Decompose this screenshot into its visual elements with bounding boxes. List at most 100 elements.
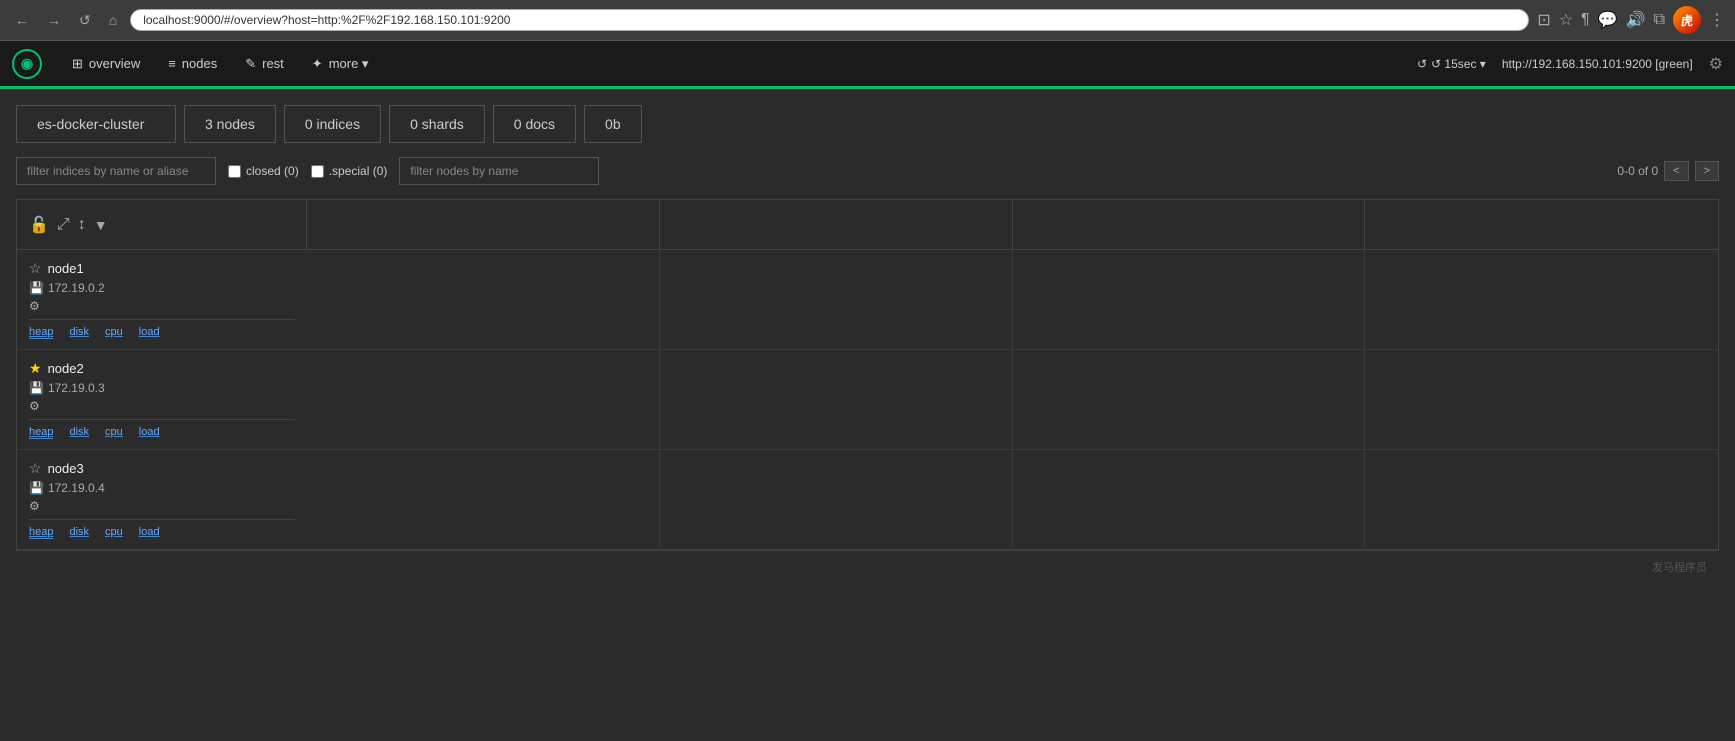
next-page-button[interactable]: >	[1695, 161, 1719, 181]
node-col-1	[307, 350, 660, 449]
lock-icon[interactable]: 🔓	[29, 215, 49, 235]
overview-icon: ⊞	[72, 56, 83, 72]
node-metrics: heap disk cpu load	[29, 319, 295, 339]
speaker-icon[interactable]: 🔊	[1626, 10, 1646, 30]
nodes-count: 3 nodes	[205, 116, 255, 132]
home-button[interactable]: ⌂	[104, 10, 122, 30]
refresh-icon: ↺	[1417, 57, 1427, 71]
header-col-4	[1365, 200, 1718, 249]
user-avatar[interactable]: 虎	[1673, 6, 1701, 34]
metric-heap[interactable]: heap	[29, 426, 53, 439]
shards-count: 0 shards	[410, 116, 464, 132]
translate-icon[interactable]: ⊡	[1537, 10, 1550, 30]
nav-rest[interactable]: ✎ rest	[231, 40, 298, 88]
node-star-icon[interactable]: ☆	[29, 460, 42, 477]
node-col-3	[1013, 350, 1366, 449]
app-logo: ◉	[12, 49, 42, 79]
stats-row: es-docker-cluster 3 nodes 0 indices 0 sh…	[16, 105, 1719, 143]
node-col-4	[1365, 450, 1718, 549]
back-button[interactable]: ←	[10, 10, 34, 30]
metric-cpu[interactable]: cpu	[105, 426, 123, 439]
metric-load[interactable]: load	[139, 326, 160, 339]
metric-heap[interactable]: heap	[29, 326, 53, 339]
special-filter-label[interactable]: .special (0)	[311, 164, 388, 178]
indices-count-box[interactable]: 0 indices	[284, 105, 381, 143]
nodes-table: 🔓 ⤢ ↕ ▼ ☆ node1 💾 172.19.0.2 ⚙	[16, 199, 1719, 551]
bookmark-icon[interactable]: ☆	[1559, 10, 1573, 30]
node-ip: 💾 172.19.0.3	[29, 381, 295, 395]
indices-filter-input[interactable]	[16, 157, 216, 185]
special-checkbox[interactable]	[311, 165, 324, 178]
shards-count-box[interactable]: 0 shards	[389, 105, 485, 143]
special-label-text: .special (0)	[329, 164, 388, 178]
tag-icon: ⚙	[29, 499, 40, 513]
docs-count: 0 docs	[514, 116, 555, 132]
refresh-button[interactable]: ↺	[74, 10, 96, 31]
node-name-text: node3	[48, 461, 84, 476]
nodes-icon: ≡	[168, 56, 176, 71]
tag-icon: ⚙	[29, 399, 40, 413]
node-col-2	[660, 350, 1013, 449]
refresh-selector[interactable]: ↺ ↺ 15sec ▾	[1417, 57, 1486, 71]
node-col-3	[1013, 250, 1366, 349]
metric-disk[interactable]: disk	[69, 326, 89, 339]
header-col-3	[1013, 200, 1366, 249]
header-node-info: 🔓 ⤢ ↕ ▼	[17, 200, 307, 249]
cluster-url: http://192.168.150.101:9200 [green]	[1502, 57, 1693, 71]
cluster-name: es-docker-cluster	[37, 116, 144, 132]
browser-icons: ⊡ ☆ ¶ 💬 🔊 ⧉ 虎 ⋮	[1537, 6, 1725, 34]
address-bar[interactable]: localhost:9000/#/overview?host=http:%2F%…	[130, 9, 1529, 31]
pagination: 0-0 of 0 < >	[1617, 161, 1719, 181]
app-navbar: ◉ ⊞ overview ≡ nodes ✎ rest ✦ more ▾ ↺ ↺…	[0, 41, 1735, 89]
size-box[interactable]: 0b	[584, 105, 642, 143]
url-text: localhost:9000/#/overview?host=http:%2F%…	[143, 13, 510, 27]
size-value: 0b	[605, 116, 621, 132]
node-metrics: heap disk cpu load	[29, 519, 295, 539]
forward-button[interactable]: →	[42, 10, 66, 30]
node-ip: 💾 172.19.0.2	[29, 281, 295, 295]
browser-chrome: ← → ↺ ⌂ localhost:9000/#/overview?host=h…	[0, 0, 1735, 41]
prev-page-button[interactable]: <	[1664, 161, 1688, 181]
node-col-4	[1365, 350, 1718, 449]
table-row: ☆ node3 💾 172.19.0.4 ⚙ heapdiskcpuload	[17, 450, 1718, 550]
node-info-cell: ★ node2 💾 172.19.0.3 ⚙ heapdiskcpuload	[17, 350, 307, 449]
chat-icon[interactable]: 💬	[1598, 10, 1618, 30]
settings-icon[interactable]: ⚙	[1709, 54, 1723, 74]
nodes-count-box[interactable]: 3 nodes	[184, 105, 276, 143]
metric-cpu[interactable]: cpu	[105, 526, 123, 539]
filter-row: closed (0) .special (0) 0-0 of 0 < >	[16, 157, 1719, 185]
closed-checkbox[interactable]	[228, 165, 241, 178]
closed-filter-label[interactable]: closed (0)	[228, 164, 299, 178]
nav-nodes[interactable]: ≡ nodes	[154, 40, 231, 88]
format-icon[interactable]: ¶	[1581, 11, 1590, 29]
puzzle-icon[interactable]: ⧉	[1654, 11, 1665, 29]
main-content: es-docker-cluster 3 nodes 0 indices 0 sh…	[0, 89, 1735, 599]
metric-disk[interactable]: disk	[69, 426, 89, 439]
metric-disk[interactable]: disk	[69, 526, 89, 539]
sort-az-icon[interactable]: ↕	[78, 216, 86, 234]
node-metrics: heap disk cpu load	[29, 419, 295, 439]
caret-down-icon[interactable]: ▼	[94, 217, 108, 233]
node-col-1	[307, 450, 660, 549]
node-col-2	[660, 450, 1013, 549]
nav-overview[interactable]: ⊞ overview	[58, 40, 154, 88]
metric-load[interactable]: load	[139, 526, 160, 539]
node-star-icon[interactable]: ★	[29, 360, 42, 377]
node-col-4	[1365, 250, 1718, 349]
docs-count-box[interactable]: 0 docs	[493, 105, 576, 143]
menu-icon[interactable]: ⋮	[1709, 10, 1725, 30]
rest-icon: ✎	[245, 56, 256, 72]
node-info-cell: ☆ node1 💾 172.19.0.2 ⚙ heapdiskcpuload	[17, 250, 307, 349]
indices-count: 0 indices	[305, 116, 360, 132]
cluster-name-box: es-docker-cluster	[16, 105, 176, 143]
disk-icon: 💾	[29, 481, 44, 495]
metric-heap[interactable]: heap	[29, 526, 53, 539]
expand-icon[interactable]: ⤢	[57, 216, 70, 234]
node-star-icon[interactable]: ☆	[29, 260, 42, 277]
more-icon: ✦	[312, 56, 323, 72]
nodes-filter-input[interactable]	[399, 157, 599, 185]
metric-load[interactable]: load	[139, 426, 160, 439]
nav-more[interactable]: ✦ more ▾	[298, 40, 383, 88]
metric-cpu[interactable]: cpu	[105, 326, 123, 339]
header-col-1	[307, 200, 660, 249]
